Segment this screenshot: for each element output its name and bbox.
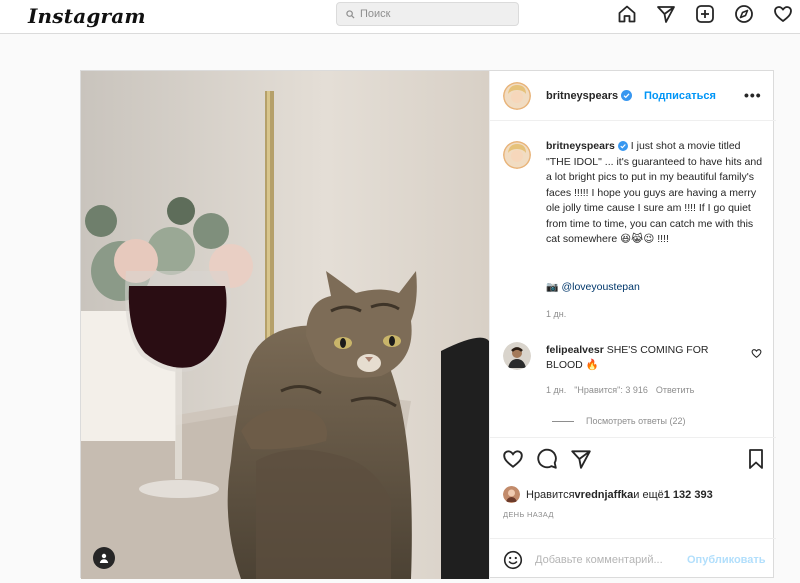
replies-divider [552, 420, 574, 422]
caption-username[interactable]: britneyspears [546, 140, 615, 152]
author-username[interactable]: britneyspears [546, 90, 633, 102]
add-comment-bar: Опубликовать [490, 538, 776, 580]
comment-username[interactable]: felipealvesr [546, 344, 604, 356]
likes-middle: и ещё [633, 488, 664, 501]
tagged-user-icon[interactable] [93, 547, 115, 569]
comment-timestamp[interactable]: 1 дн. [546, 385, 566, 395]
liker-username[interactable]: vrednjaffka [575, 489, 634, 501]
new-post-icon[interactable] [695, 4, 715, 24]
author-avatar[interactable] [503, 82, 531, 110]
post-header: britneyspears Подписаться ••• [490, 71, 776, 121]
post-date[interactable]: День назад [503, 510, 554, 519]
view-replies-button[interactable]: Посмотреть ответы (22) [552, 416, 686, 426]
nav-icons [617, 4, 793, 24]
like-heart-icon[interactable] [502, 448, 524, 470]
reply-button[interactable]: Ответить [656, 385, 694, 395]
search-input[interactable] [360, 8, 510, 20]
publish-comment-button[interactable]: Опубликовать [687, 554, 766, 566]
caption-mention[interactable]: 📷 @loveyoustepan [546, 281, 640, 293]
follow-button[interactable]: Подписаться [644, 90, 716, 102]
verified-badge-icon [617, 141, 628, 151]
comment-like-count[interactable]: "Нравится": 3 916 [574, 385, 648, 395]
post-details-panel: britneyspears Подписаться ••• britneyspe… [489, 71, 776, 579]
caption-author-avatar[interactable] [503, 141, 531, 169]
likes-count[interactable]: 1 132 393 [664, 489, 713, 501]
activity-icon[interactable] [773, 4, 793, 24]
comment-like-heart-icon[interactable] [751, 348, 762, 359]
home-icon[interactable] [617, 4, 637, 24]
share-direct-icon[interactable] [570, 448, 592, 470]
top-navbar: Instagram [0, 0, 800, 34]
add-comment-input[interactable] [535, 553, 683, 566]
commenter-avatar[interactable] [503, 342, 531, 370]
action-icons [502, 448, 592, 470]
camera-icon: 📷 [546, 282, 559, 293]
more-options-icon[interactable]: ••• [744, 87, 762, 103]
caption-text: britneyspears I just shot a movie titled… [546, 139, 768, 248]
instagram-logo[interactable]: Instagram [28, 4, 146, 28]
explore-icon[interactable] [734, 4, 754, 24]
post-image[interactable] [81, 71, 489, 579]
mention-link[interactable]: @loveyoustepan [561, 281, 639, 293]
likes-prefix: Нравится [526, 488, 575, 501]
direct-icon[interactable] [656, 4, 676, 24]
verified-badge-icon [621, 90, 633, 101]
caption-body: I just shot a movie titled "THE IDOL" ..… [546, 140, 763, 245]
save-bookmark-icon[interactable] [746, 448, 766, 470]
post-card: britneyspears Подписаться ••• britneyspe… [80, 70, 776, 579]
likes-summary[interactable]: Нравится vrednjaffka и ещё 1 132 393 [503, 486, 713, 503]
liker-avatar [503, 486, 520, 503]
post-actions-section: Нравится vrednjaffka и ещё 1 132 393 Ден… [490, 437, 776, 579]
comment-bubble-icon[interactable] [536, 448, 558, 470]
caption-timestamp[interactable]: 1 дн. [546, 309, 566, 319]
comment-meta: 1 дн. "Нравится": 3 916 Ответить [546, 385, 702, 395]
search-box[interactable] [336, 2, 519, 26]
emoji-icon[interactable] [503, 550, 523, 570]
comment-text: felipealvesr SHE'S COMING FOR BLOOD 🔥 [546, 343, 746, 373]
search-icon [346, 9, 355, 19]
